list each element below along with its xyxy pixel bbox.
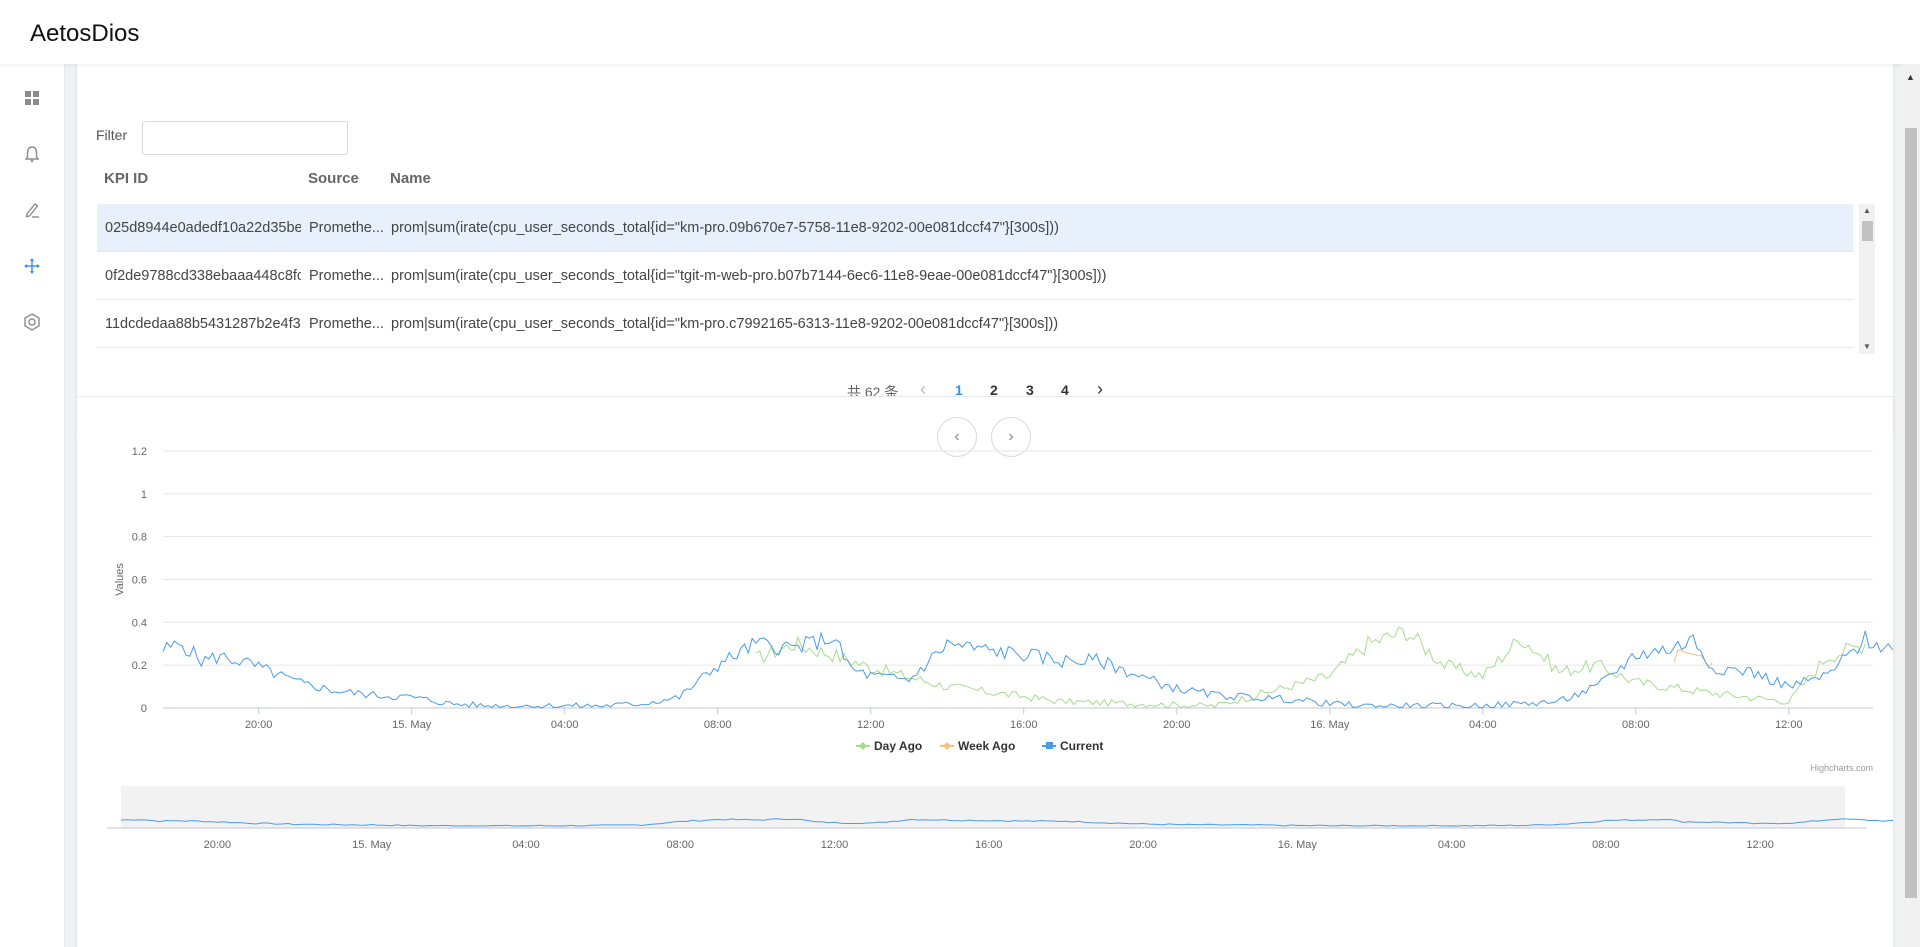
y-tick-label: 0.6	[132, 575, 147, 587]
page-scrollbar[interactable]: ▲	[1902, 64, 1920, 947]
navigator-x-tick-label: 20:00	[204, 839, 232, 851]
name-cell: prom|sum(irate(cpu_user_seconds_total{id…	[391, 316, 1059, 332]
navigator-x-tick-label: 08:00	[666, 839, 694, 851]
kpi-list-card: Filter KPI ID Source Name 025d8944e0aded…	[76, 64, 1894, 438]
navigator-x-tick-label: 12:00	[821, 839, 849, 851]
kpi-id-cell: 0f2de9788cd338ebaaa448c8fc1...	[105, 268, 301, 284]
y-tick-label: 0	[141, 703, 147, 715]
kpi-id-cell: 11dcdedaa88b5431287b2e4f34...	[105, 316, 301, 332]
navigator-x-tick-label: 16:00	[975, 839, 1003, 851]
x-tick-label: 08:00	[1622, 719, 1650, 731]
dashboard-grid-icon[interactable]	[22, 88, 42, 108]
kpi-timeseries-chart[interactable]: 0 0.2 0.4 0.6 0.8 1 1.2 Values 20:00 15. May 04:00…	[77, 397, 1893, 947]
main-content: Filter KPI ID Source Name 025d8944e0aded…	[64, 64, 1902, 947]
x-tick-label: 15. May	[392, 719, 432, 731]
source-cell: Promethe...	[309, 220, 384, 236]
navigator-background	[121, 786, 1845, 828]
x-tick-label: 12:00	[857, 719, 885, 731]
legend-symbol-marker	[1046, 742, 1053, 749]
navigator-x-tick-label: 12:00	[1746, 839, 1774, 851]
series-line-current	[162, 630, 1893, 709]
settings-hexagon-icon[interactable]	[22, 312, 42, 332]
top-bar: AetosDios	[0, 0, 1920, 64]
sidebar	[0, 64, 65, 947]
filter-label: Filter	[96, 127, 128, 143]
x-tick-label: 20:00	[245, 719, 273, 731]
legend-item-label: Current	[1060, 739, 1103, 753]
move-arrows-icon[interactable]	[22, 256, 42, 276]
legend-symbol-marker	[943, 742, 951, 750]
legend-symbol-marker	[859, 742, 867, 750]
y-tick-label: 0.8	[132, 532, 147, 544]
page-scroll-thumb[interactable]	[1905, 128, 1917, 898]
scroll-down-arrow-icon[interactable]: ▼	[1863, 342, 1871, 352]
column-header-kpi-id[interactable]: KPI ID	[104, 170, 148, 187]
navigator-x-tick-label: 16. May	[1278, 839, 1318, 851]
navigator-x-tick-label: 04:00	[1438, 839, 1466, 851]
legend-item-label: Day Ago	[874, 739, 922, 753]
y-tick-label: 1	[141, 489, 147, 501]
y-tick-label: 0.4	[132, 617, 147, 629]
x-tick-label: 16. May	[1310, 719, 1350, 731]
navigator-x-tick-label: 15. May	[352, 839, 392, 851]
name-cell: prom|sum(irate(cpu_user_seconds_total{id…	[391, 220, 1059, 236]
navigator-x-tick-label: 04:00	[512, 839, 540, 851]
name-cell: prom|sum(irate(cpu_user_seconds_total{id…	[391, 268, 1107, 284]
column-header-source[interactable]: Source	[308, 170, 359, 187]
source-cell: Promethe...	[309, 316, 384, 332]
source-cell: Promethe...	[309, 268, 384, 284]
page-scroll-up-arrow-icon[interactable]: ▲	[1906, 72, 1915, 82]
navigator-x-tick-label: 20:00	[1129, 839, 1157, 851]
app-brand: AetosDios	[30, 20, 140, 47]
edit-pen-icon[interactable]	[22, 200, 42, 220]
y-tick-label: 1.2	[132, 446, 147, 458]
x-tick-label: 08:00	[704, 719, 732, 731]
table-body: 025d8944e0adedf10a22d35bed... Promethe..…	[97, 204, 1875, 354]
column-header-name[interactable]: Name	[390, 170, 431, 187]
x-tick-label: 20:00	[1163, 719, 1191, 731]
kpi-chart-card: ‹ › 0 0.2 0.4 0.6 0.8 1 1.2 Values 20:00 15. May 0…	[76, 396, 1894, 947]
table-scrollbar[interactable]: ▲ ▼	[1859, 204, 1875, 354]
bell-icon[interactable]	[22, 144, 42, 164]
navigator-x-tick-label: 08:00	[1592, 839, 1620, 851]
filter-input[interactable]	[142, 121, 348, 155]
table-row[interactable]: 11dcdedaa88b5431287b2e4f34... Promethe..…	[97, 300, 1853, 348]
x-tick-label: 04:00	[551, 719, 579, 731]
scroll-up-arrow-icon[interactable]: ▲	[1863, 206, 1871, 216]
table-scroll-thumb[interactable]	[1862, 221, 1873, 241]
kpi-id-cell: 025d8944e0adedf10a22d35bed...	[105, 220, 301, 236]
series-line-day-ago	[755, 626, 1866, 709]
table-row[interactable]: 0f2de9788cd338ebaaa448c8fc1... Promethe.…	[97, 252, 1853, 300]
x-tick-label: 12:00	[1775, 719, 1803, 731]
x-tick-label: 04:00	[1469, 719, 1497, 731]
x-tick-label: 16:00	[1010, 719, 1038, 731]
table-row[interactable]: 025d8944e0adedf10a22d35bed... Promethe..…	[97, 204, 1853, 252]
y-tick-label: 0.2	[132, 660, 147, 672]
legend-item-label: Week Ago	[958, 739, 1015, 753]
y-axis-label: Values	[114, 563, 126, 596]
chart-credits: Highcharts.com	[1810, 763, 1873, 773]
